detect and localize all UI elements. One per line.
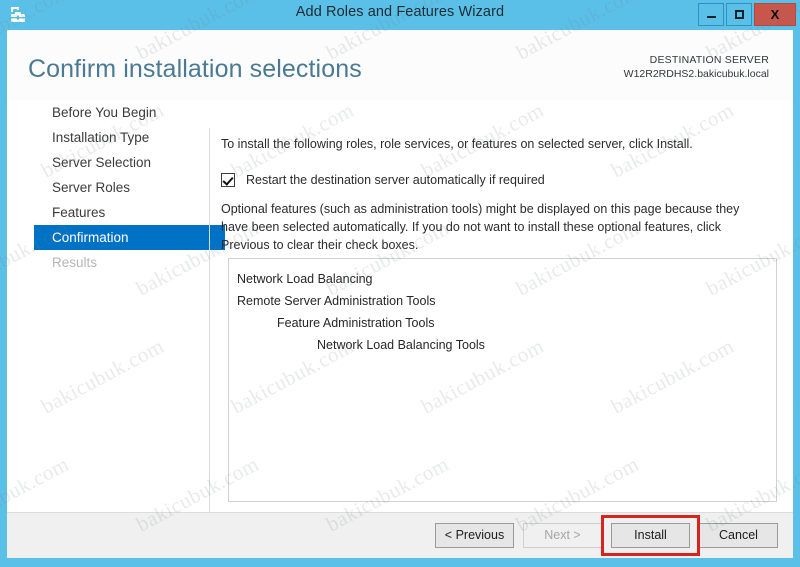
footer-buttons: < Previous Next > Install Cancel bbox=[435, 515, 778, 556]
destination-server-label: DESTINATION SERVER bbox=[649, 54, 769, 66]
main-content: To install the following roles, role ser… bbox=[221, 100, 781, 544]
restart-checkbox[interactable] bbox=[221, 173, 235, 187]
restart-checkbox-row[interactable]: Restart the destination server automatic… bbox=[221, 173, 781, 187]
title-bar: Add Roles and Features Wizard X bbox=[0, 0, 800, 30]
wizard-client-area: Confirm installation selections DESTINAT… bbox=[7, 30, 793, 558]
restart-checkbox-label: Restart the destination server automatic… bbox=[246, 173, 545, 187]
sidebar-item-installation-type[interactable]: Installation Type bbox=[7, 125, 202, 150]
destination-server-name: W12R2RDHS2.bakicubuk.local bbox=[623, 67, 769, 80]
sidebar-item-confirmation[interactable]: Confirmation bbox=[34, 225, 225, 250]
sidebar-divider bbox=[209, 128, 210, 528]
sidebar-item-before-you-begin[interactable]: Before You Begin bbox=[7, 100, 202, 125]
install-button[interactable]: Install bbox=[611, 523, 690, 548]
list-item: Network Load Balancing Tools bbox=[317, 338, 485, 352]
window-title: Add Roles and Features Wizard bbox=[295, 4, 505, 20]
selection-list-box[interactable]: Network Load Balancing Remote Server Adm… bbox=[228, 258, 777, 502]
sidebar-item-server-roles[interactable]: Server Roles bbox=[7, 175, 202, 200]
next-button: Next > bbox=[523, 523, 602, 548]
install-button-wrapper: Install bbox=[601, 515, 700, 556]
destination-server-block: DESTINATION SERVER W12R2RDHS2.bakicubuk.… bbox=[624, 54, 769, 82]
minimize-button[interactable] bbox=[698, 3, 724, 26]
wizard-sidebar: Before You Begin Installation Type Serve… bbox=[7, 100, 225, 520]
list-item: Feature Administration Tools bbox=[277, 316, 435, 330]
sidebar-item-server-selection[interactable]: Server Selection bbox=[7, 150, 202, 175]
sidebar-item-results: Results bbox=[52, 255, 98, 270]
wizard-footer: < Previous Next > Install Cancel bbox=[7, 512, 793, 558]
intro-text: To install the following roles, role ser… bbox=[221, 137, 693, 151]
previous-button[interactable]: < Previous bbox=[435, 523, 514, 548]
page-header: Confirm installation selections DESTINAT… bbox=[7, 30, 793, 100]
optional-features-note: Optional features (such as administratio… bbox=[221, 202, 740, 252]
window-controls: X bbox=[698, 3, 796, 26]
page-title: Confirm installation selections bbox=[28, 55, 362, 83]
list-item: Remote Server Administration Tools bbox=[237, 294, 436, 308]
maximize-button[interactable] bbox=[726, 3, 752, 26]
sidebar-item-features[interactable]: Features bbox=[7, 200, 202, 225]
close-button[interactable]: X bbox=[754, 3, 796, 26]
list-item: Network Load Balancing bbox=[237, 272, 373, 286]
cancel-button[interactable]: Cancel bbox=[699, 523, 778, 548]
wizard-window: Add Roles and Features Wizard X Confirm … bbox=[0, 0, 800, 567]
